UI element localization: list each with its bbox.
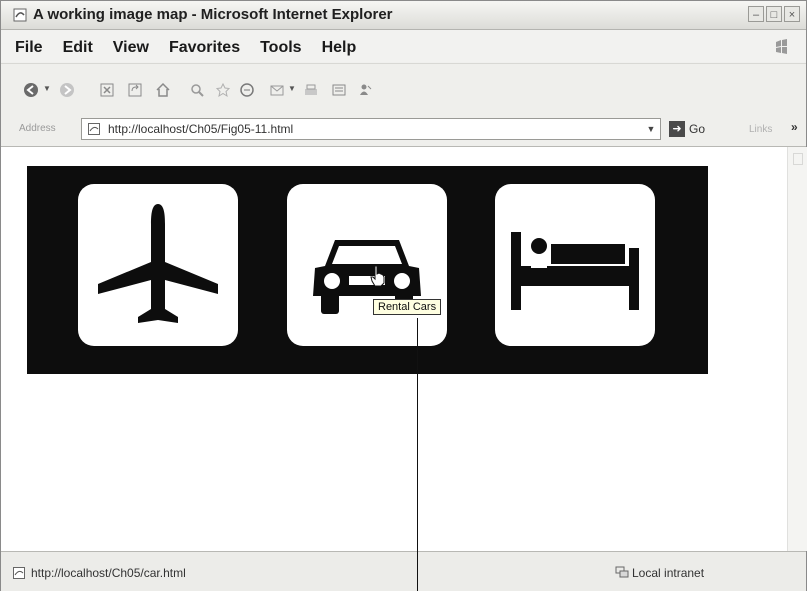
forward-icon[interactable]	[59, 82, 75, 98]
browser-window: A working image map - Microsoft Internet…	[0, 0, 807, 591]
mail-icon[interactable]	[269, 82, 285, 98]
go-label: Go	[689, 122, 706, 136]
airplane-icon	[98, 204, 218, 323]
back-dropdown-icon[interactable]: ▼	[43, 84, 51, 93]
menu-favorites[interactable]: Favorites	[169, 39, 240, 57]
links-label[interactable]: Links	[749, 124, 772, 135]
menu-view[interactable]: View	[113, 39, 149, 57]
menu-help[interactable]: Help	[322, 39, 357, 57]
menu-tools[interactable]: Tools	[260, 39, 301, 57]
image-map	[27, 166, 708, 374]
window-title: A working image map - Microsoft Internet…	[33, 6, 393, 23]
security-zone: Local intranet	[632, 566, 705, 580]
car-area[interactable]	[287, 184, 447, 346]
menu-bar: File Edit View Favorites Tools Help	[1, 30, 806, 62]
ie-page-icon	[13, 8, 27, 22]
go-button[interactable]: ➜ Go	[669, 121, 705, 137]
menu-edit[interactable]: Edit	[63, 39, 93, 57]
bed-icon	[511, 232, 639, 310]
go-arrow-icon: ➜	[669, 121, 685, 137]
scroll-thumb[interactable]	[793, 153, 803, 165]
refresh-icon[interactable]	[127, 82, 143, 98]
messenger-icon[interactable]	[357, 82, 373, 98]
address-input[interactable]: http://localhost/Ch05/Fig05-11.html ▼	[81, 118, 661, 140]
menu-file[interactable]: File	[15, 39, 43, 57]
address-label: Address	[19, 123, 56, 134]
maximize-button[interactable]: □	[766, 6, 782, 22]
stop-icon[interactable]	[99, 82, 115, 98]
favorites-icon[interactable]	[215, 82, 231, 98]
close-button[interactable]: ×	[784, 6, 800, 22]
page-icon	[13, 567, 25, 579]
address-bar: Address http://localhost/Ch05/Fig05-11.h…	[1, 114, 806, 147]
status-url: http://localhost/Ch05/car.html	[31, 566, 186, 580]
toolbar: ▼ ▼	[1, 63, 806, 114]
minimize-button[interactable]: –	[748, 6, 764, 22]
media-icon[interactable]	[239, 82, 255, 98]
hand-cursor-icon	[370, 265, 385, 287]
page-content: Rental Cars	[1, 147, 787, 551]
status-bar: http://localhost/Ch05/car.html Local int…	[1, 551, 806, 591]
bed-area[interactable]	[495, 184, 655, 346]
search-icon[interactable]	[189, 82, 205, 98]
back-icon[interactable]	[23, 82, 39, 98]
car-icon	[313, 240, 421, 314]
page-icon	[88, 123, 100, 135]
edit-icon[interactable]	[331, 82, 347, 98]
links-chevron-icon[interactable]: »	[791, 120, 798, 134]
mail-dropdown-icon[interactable]: ▼	[288, 84, 296, 93]
intranet-icon	[615, 566, 629, 578]
title-bar: A working image map - Microsoft Internet…	[1, 1, 806, 30]
address-url: http://localhost/Ch05/Fig05-11.html	[108, 122, 294, 136]
print-icon[interactable]	[303, 82, 319, 98]
windows-logo-icon	[776, 39, 787, 54]
chevron-down-icon[interactable]: ▼	[644, 121, 658, 137]
airplane-area[interactable]	[78, 184, 238, 346]
home-icon[interactable]	[155, 82, 171, 98]
callout-line	[417, 318, 418, 591]
vertical-scrollbar[interactable]	[787, 147, 807, 551]
tooltip: Rental Cars	[373, 299, 442, 315]
